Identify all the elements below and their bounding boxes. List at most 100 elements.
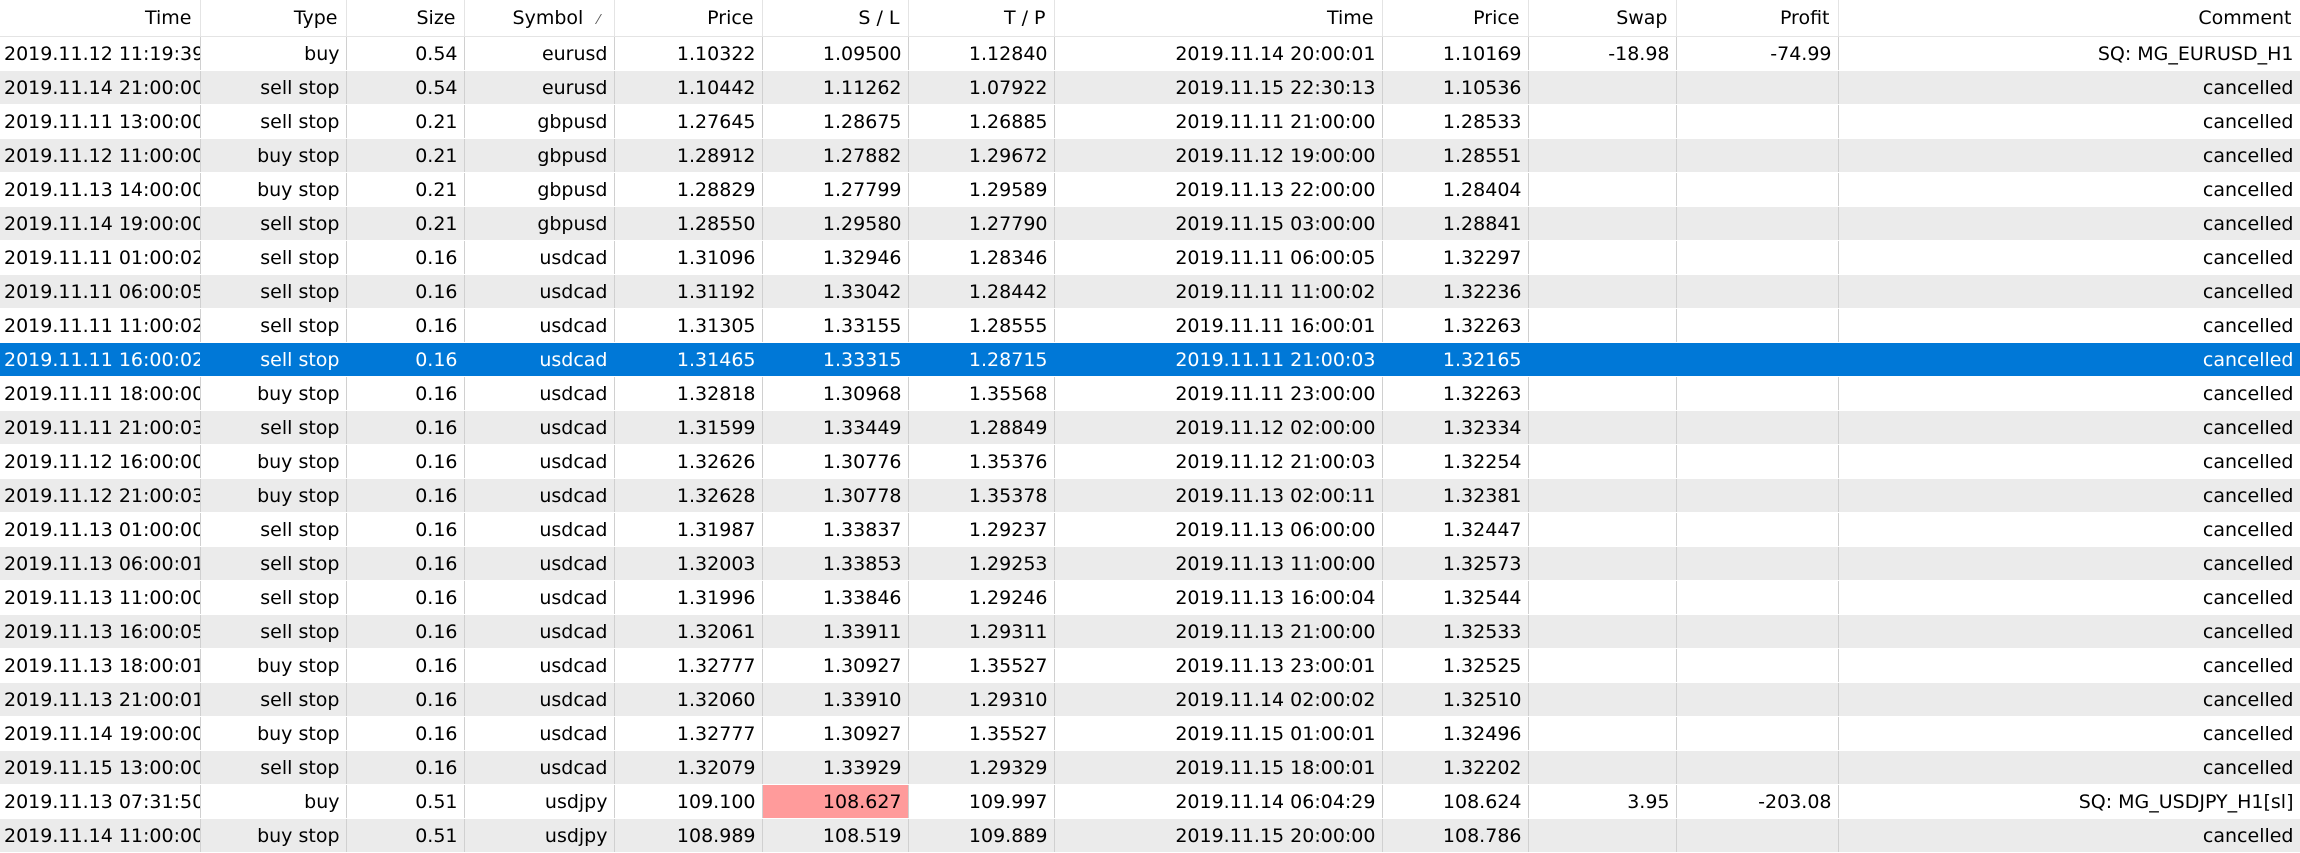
- table-row[interactable]: 2019.11.13 14:00:00 buy stop 0.21 gbpusd 1.2…: [0, 172, 2300, 207]
- column-header-comment[interactable]: Comment: [1838, 0, 2300, 37]
- column-header-size[interactable]: Size: [346, 0, 465, 37]
- cell-close-price: 1.32165: [1382, 342, 1529, 377]
- cell-symbol: gbpusd: [464, 206, 615, 241]
- table-row[interactable]: 2019.11.11 18:00:00 buy stop 0.16 usdcad 1.3…: [0, 376, 2300, 411]
- cell-profit: [1676, 70, 1839, 105]
- cell-open-price: 1.31465: [614, 342, 763, 377]
- cell-size: 0.16: [346, 716, 465, 751]
- table-row[interactable]: 2019.11.11 01:00:02 sell stop 0.16 usdcad 1.…: [0, 240, 2300, 275]
- cell-sl: 1.32946: [762, 240, 909, 275]
- table-row[interactable]: 2019.11.12 21:00:03 buy stop 0.16 usdcad 1.3…: [0, 478, 2300, 513]
- cell-close-time: 2019.11.13 16:00:04: [1054, 580, 1383, 615]
- cell-profit: [1676, 104, 1839, 139]
- column-header-swap[interactable]: Swap: [1528, 0, 1677, 37]
- cell-size: 0.16: [346, 376, 465, 411]
- cell-close-time: 2019.11.11 21:00:03: [1054, 342, 1383, 377]
- table-row[interactable]: 2019.11.11 11:00:02 sell stop 0.16 usdcad 1.…: [0, 308, 2300, 343]
- table-row[interactable]: 2019.11.11 21:00:03 sell stop 0.16 usdcad 1.…: [0, 410, 2300, 445]
- table-row[interactable]: 2019.11.13 16:00:05 sell stop 0.16 usdcad 1.…: [0, 614, 2300, 649]
- cell-open-price: 1.32777: [614, 648, 763, 683]
- cell-type: buy: [200, 784, 347, 819]
- cell-swap: [1528, 716, 1677, 751]
- cell-profit: [1676, 342, 1839, 377]
- table-row[interactable]: 2019.11.11 06:00:05 sell stop 0.16 usdcad 1.…: [0, 274, 2300, 309]
- column-header-close-price[interactable]: Price: [1382, 0, 1529, 37]
- cell-swap: [1528, 648, 1677, 683]
- cell-swap: [1528, 546, 1677, 581]
- column-header-profit[interactable]: Profit: [1676, 0, 1839, 37]
- cell-open-price: 1.32061: [614, 614, 763, 649]
- cell-comment: cancelled: [1838, 716, 2300, 751]
- table-row[interactable]: 2019.11.14 19:00:00 buy stop 0.16 usdcad 1.3…: [0, 716, 2300, 751]
- cell-open-time: 2019.11.11 01:00:02: [0, 240, 201, 275]
- cell-comment: cancelled: [1838, 138, 2300, 173]
- cell-sl: 1.29580: [762, 206, 909, 241]
- table-row[interactable]: 2019.11.12 11:19:39 buy 0.54 eurusd 1.10322 1…: [0, 36, 2300, 71]
- column-header-label: Time: [1327, 7, 1374, 29]
- cell-swap: 3.95: [1528, 784, 1677, 819]
- table-row[interactable]: 2019.11.11 13:00:00 sell stop 0.21 gbpusd 1.…: [0, 104, 2300, 139]
- table-row[interactable]: 2019.11.11 16:00:02 sell stop 0.16 usdcad 1.…: [0, 342, 2300, 377]
- column-header-label: Swap: [1616, 7, 1668, 29]
- cell-sl: 1.27799: [762, 172, 909, 207]
- cell-size: 0.16: [346, 546, 465, 581]
- cell-comment: cancelled: [1838, 546, 2300, 581]
- cell-open-price: 108.989: [614, 818, 763, 853]
- column-header-tp[interactable]: T / P: [908, 0, 1055, 37]
- cell-type: sell stop: [200, 70, 347, 105]
- column-header-symbol[interactable]: Symbol ⁄: [464, 0, 615, 37]
- cell-open-price: 1.10322: [614, 36, 763, 71]
- table-row[interactable]: 2019.11.12 16:00:00 buy stop 0.16 usdcad 1.3…: [0, 444, 2300, 479]
- cell-open-time: 2019.11.13 14:00:00: [0, 172, 201, 207]
- cell-size: 0.16: [346, 444, 465, 479]
- table-row[interactable]: 2019.11.12 11:00:00 buy stop 0.21 gbpusd 1.2…: [0, 138, 2300, 173]
- cell-tp: 1.28849: [908, 410, 1055, 445]
- cell-type: sell stop: [200, 614, 347, 649]
- cell-sl: 1.33315: [762, 342, 909, 377]
- cell-comment: cancelled: [1838, 818, 2300, 853]
- table-row[interactable]: 2019.11.13 18:00:01 buy stop 0.16 usdcad 1.3…: [0, 648, 2300, 683]
- table-row[interactable]: 2019.11.15 13:00:00 sell stop 0.16 usdcad 1.…: [0, 750, 2300, 785]
- column-header-close-time[interactable]: Time: [1054, 0, 1383, 37]
- cell-open-time: 2019.11.12 21:00:03: [0, 478, 201, 513]
- cell-sl: 1.33837: [762, 512, 909, 547]
- table-row[interactable]: 2019.11.14 19:00:00 sell stop 0.21 gbpusd 1.…: [0, 206, 2300, 241]
- cell-type: sell stop: [200, 682, 347, 717]
- column-header-label: S / L: [858, 7, 900, 29]
- cell-sl: 1.30778: [762, 478, 909, 513]
- column-header-label: Type: [293, 7, 338, 29]
- table-row[interactable]: 2019.11.13 06:00:01 sell stop 0.16 usdcad 1.…: [0, 546, 2300, 581]
- cell-size: 0.21: [346, 138, 465, 173]
- table-row[interactable]: 2019.11.13 11:00:00 sell stop 0.16 usdcad 1.…: [0, 580, 2300, 615]
- cell-open-price: 1.28829: [614, 172, 763, 207]
- column-header-open-time[interactable]: Time: [0, 0, 201, 37]
- cell-swap: [1528, 104, 1677, 139]
- cell-tp: 1.27790: [908, 206, 1055, 241]
- cell-open-price: 1.32818: [614, 376, 763, 411]
- table-row[interactable]: 2019.11.14 11:00:00 buy stop 0.51 usdjpy 108…: [0, 818, 2300, 853]
- cell-swap: [1528, 478, 1677, 513]
- cell-symbol: eurusd: [464, 70, 615, 105]
- table-row[interactable]: 2019.11.14 21:00:00 sell stop 0.54 eurusd 1.…: [0, 70, 2300, 105]
- cell-size: 0.54: [346, 70, 465, 105]
- table-row[interactable]: 2019.11.13 01:00:00 sell stop 0.16 usdcad 1.…: [0, 512, 2300, 547]
- table-row[interactable]: 2019.11.13 07:31:50 buy 0.51 usdjpy 109.100 1…: [0, 784, 2300, 819]
- column-header-sl[interactable]: S / L: [762, 0, 909, 37]
- table-row[interactable]: 2019.11.13 21:00:01 sell stop 0.16 usdcad 1.…: [0, 682, 2300, 717]
- cell-symbol: usdcad: [464, 682, 615, 717]
- cell-tp: 1.26885: [908, 104, 1055, 139]
- cell-size: 0.16: [346, 614, 465, 649]
- cell-comment: cancelled: [1838, 614, 2300, 649]
- cell-tp: 1.35568: [908, 376, 1055, 411]
- cell-type: sell stop: [200, 308, 347, 343]
- column-header-type[interactable]: Type: [200, 0, 347, 37]
- cell-sl: 1.33155: [762, 308, 909, 343]
- cell-open-time: 2019.11.15 13:00:00: [0, 750, 201, 785]
- column-header-open-price[interactable]: Price: [614, 0, 763, 37]
- cell-comment: cancelled: [1838, 274, 2300, 309]
- cell-close-time: 2019.11.15 20:00:00: [1054, 818, 1383, 853]
- cell-close-price: 1.32544: [1382, 580, 1529, 615]
- cell-sl: 1.30927: [762, 716, 909, 751]
- cell-sl: 1.33853: [762, 546, 909, 581]
- cell-type: sell stop: [200, 410, 347, 445]
